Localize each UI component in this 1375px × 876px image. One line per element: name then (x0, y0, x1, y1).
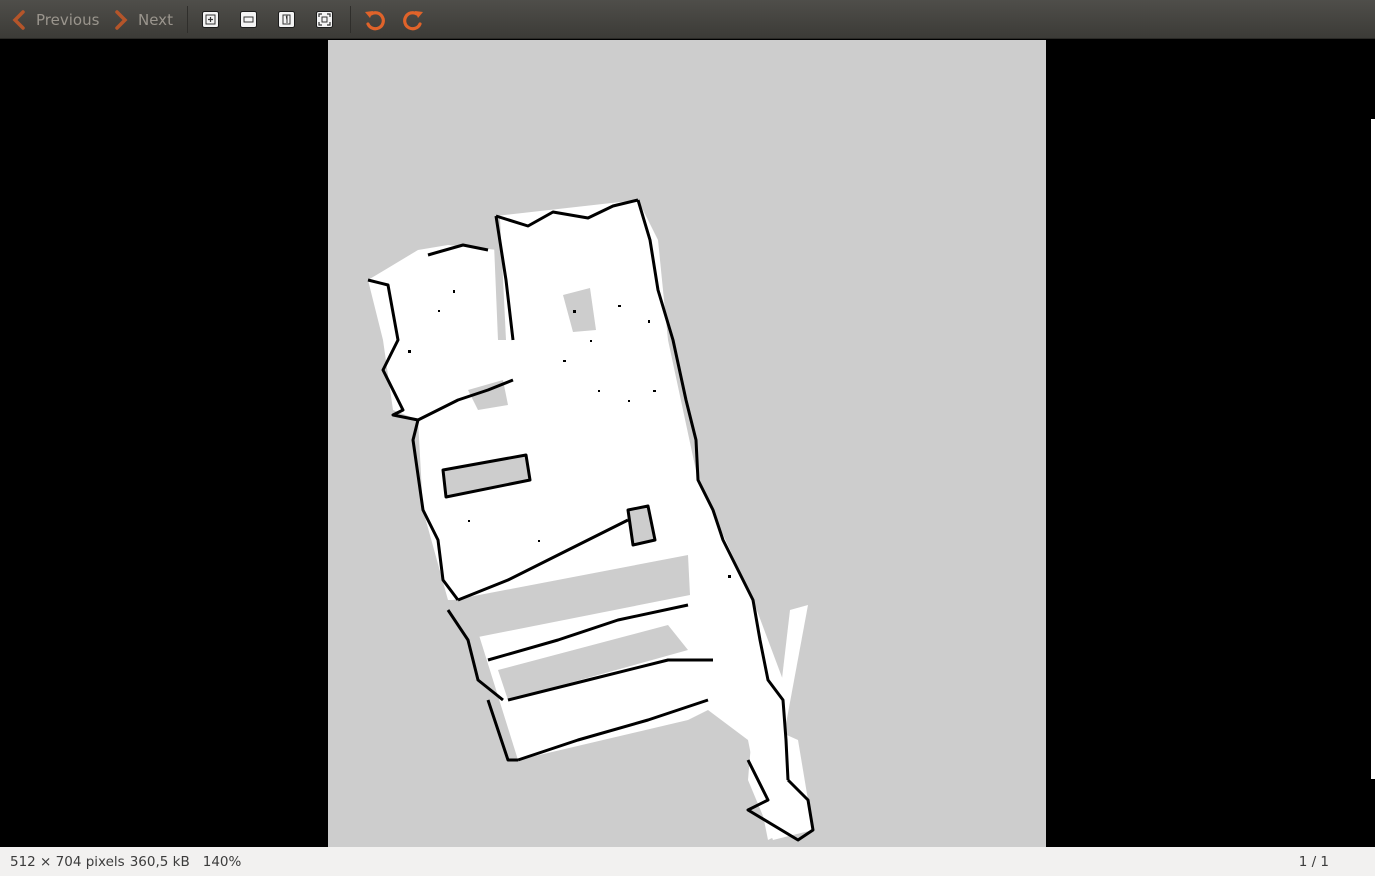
file-size: 360,5 kB (129, 853, 190, 870)
occupancy-map (367, 198, 815, 842)
zoom-out-icon[interactable] (240, 11, 257, 28)
image-info: 512 × 704 pixels 360,5 kB 140% (10, 847, 246, 876)
toolbar-separator (187, 6, 188, 33)
page-indicator: 1 / 1 (1298, 853, 1329, 870)
next-label: Next (138, 10, 173, 29)
image-viewer[interactable] (0, 39, 1375, 847)
previous-button[interactable]: Previous (10, 0, 99, 39)
zoom-level: 140% (202, 853, 242, 870)
rotate-right-icon[interactable] (400, 7, 426, 33)
toolbar-separator (350, 6, 351, 33)
zoom-in-icon[interactable] (202, 11, 219, 28)
scrollbar[interactable] (1371, 119, 1375, 779)
previous-label: Previous (36, 10, 100, 29)
rotate-left-icon[interactable] (362, 7, 388, 33)
chevron-right-icon (115, 9, 128, 30)
normal-size-icon[interactable] (278, 11, 295, 28)
next-button[interactable]: Next (112, 0, 173, 39)
map-image (328, 40, 1046, 847)
chevron-left-icon (12, 9, 25, 30)
image-dimensions: 512 × 704 pixels (10, 853, 125, 870)
toolbar: Previous Next (0, 0, 1375, 39)
best-fit-icon[interactable] (316, 11, 333, 28)
status-bar: 512 × 704 pixels 360,5 kB 140% 1 / 1 (0, 847, 1375, 876)
